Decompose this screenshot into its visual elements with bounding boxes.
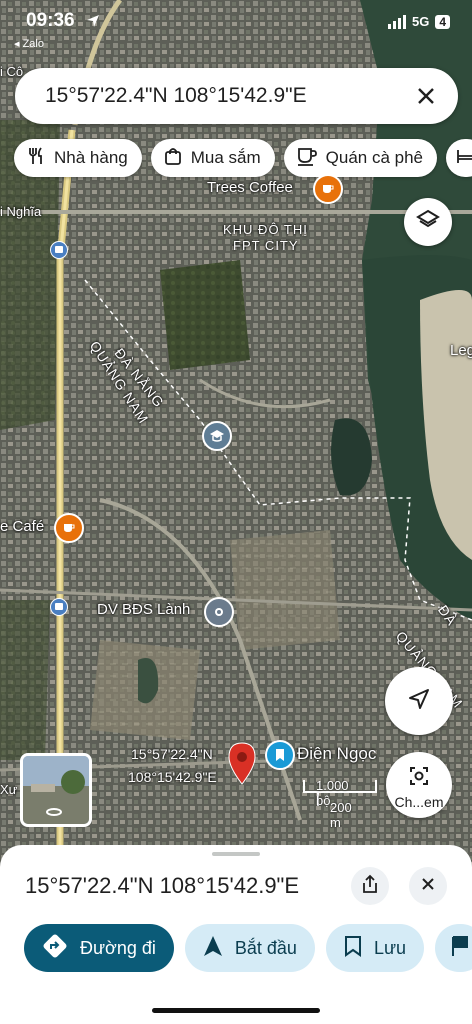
status-bar: 09:36 ◂ Zalo 5G 4 xyxy=(0,0,472,52)
chip-shopping[interactable]: Mua sắm xyxy=(150,139,275,177)
map-label-dien-ngoc: Điện Ngọc xyxy=(297,744,377,763)
layers-button[interactable] xyxy=(404,198,452,246)
battery-icon: 4 xyxy=(435,14,450,29)
my-location-button[interactable] xyxy=(385,667,453,735)
map-label-cafe-left: e Café xyxy=(0,518,45,535)
category-chips: Nhà hàng Mua sắm Quán cà phê xyxy=(14,139,472,179)
street-view-thumbnail[interactable] xyxy=(20,753,92,827)
scale-meters: 200 m xyxy=(330,800,352,830)
bus-stop-icon[interactable] xyxy=(50,241,68,259)
coffee-cup-icon xyxy=(296,146,318,171)
home-indicator[interactable] xyxy=(152,1008,320,1013)
map-label-legend-right: Leg xyxy=(450,342,472,359)
place-title: 15°57'22.4"N 108°15'42.9"E xyxy=(25,873,300,898)
start-label: Bắt đầu xyxy=(234,937,297,958)
camera-lens-icon xyxy=(408,765,430,792)
coffee-poi-icon[interactable] xyxy=(54,513,84,543)
status-icons: 5G 4 xyxy=(387,14,450,29)
more-action-button[interactable] xyxy=(435,924,472,972)
back-to-app-link[interactable]: ◂ Zalo xyxy=(14,37,44,50)
drag-handle[interactable] xyxy=(212,852,260,856)
chip-more[interactable] xyxy=(446,139,472,177)
map-label-dv-bds: DV BĐS Lành xyxy=(97,601,191,618)
share-icon xyxy=(361,874,379,899)
directions-icon xyxy=(42,933,68,964)
map-label-trees-coffee: Trees Coffee xyxy=(207,179,293,196)
action-buttons: Đường đi Bắt đầu Lưu xyxy=(24,924,472,972)
map-label-fpt-city-2: FPT CITY xyxy=(233,238,299,253)
navigation-arrow-icon xyxy=(407,687,431,716)
share-button[interactable] xyxy=(351,867,389,905)
school-poi-icon[interactable] xyxy=(202,421,232,451)
chip-label: Mua sắm xyxy=(190,148,261,167)
place-bottom-sheet: 15°57'22.4"N 108°15'42.9"E Đường đi Bắt … xyxy=(0,845,472,1024)
start-button[interactable]: Bắt đầu xyxy=(184,924,315,972)
search-bar[interactable]: 15°57'22.4"N 108°15'42.9"E xyxy=(15,68,458,124)
directions-button[interactable]: Đường đi xyxy=(24,924,174,972)
bus-stop-icon[interactable] xyxy=(50,598,68,616)
chip-label: Quán cà phê xyxy=(325,148,424,167)
street-view-rotate-icon xyxy=(45,804,63,822)
bookmark-icon xyxy=(344,935,362,962)
lens-label: Ch...em xyxy=(394,794,444,810)
close-icon xyxy=(421,877,435,896)
search-query[interactable]: 15°57'22.4"N 108°15'42.9"E xyxy=(45,84,404,108)
close-icon[interactable] xyxy=(404,74,448,118)
chip-label: Nhà hàng xyxy=(54,148,128,167)
layers-icon xyxy=(416,208,440,237)
location-arrow-icon xyxy=(86,14,100,33)
shopping-bag-icon xyxy=(163,146,183,171)
signal-icon xyxy=(387,14,406,29)
bookmark-poi-icon[interactable] xyxy=(265,740,295,770)
chip-cafe[interactable]: Quán cà phê xyxy=(283,139,438,177)
map-label-left-top: i Cô xyxy=(0,64,24,79)
chip-restaurants[interactable]: Nhà hàng xyxy=(14,139,142,177)
flag-icon xyxy=(451,935,469,962)
place-poi-icon[interactable] xyxy=(204,597,234,627)
network-label: 5G xyxy=(411,14,430,29)
lens-button[interactable]: Ch...em xyxy=(386,752,452,818)
coffee-poi-icon[interactable] xyxy=(313,174,343,204)
bed-icon xyxy=(456,146,472,171)
pin-coordinate-line1: 15°57'22.4"N xyxy=(131,746,213,762)
navigation-arrow-icon xyxy=(203,935,223,962)
pin-coordinate-line2: 108°15'42.9"E xyxy=(128,769,217,785)
clock: 09:36 xyxy=(26,10,75,31)
map-label-left-bottom: Xư xyxy=(0,782,18,797)
map-label-nghia: i Nghĩa xyxy=(0,204,42,219)
directions-label: Đường đi xyxy=(80,937,156,958)
save-button[interactable]: Lưu xyxy=(325,924,425,972)
fork-knife-icon xyxy=(26,146,46,171)
save-label: Lưu xyxy=(373,937,407,958)
close-sheet-button[interactable] xyxy=(409,867,447,905)
location-pin-icon[interactable] xyxy=(227,742,257,791)
map-label-fpt-city-1: KHU ĐÔ THỊ xyxy=(223,222,308,237)
